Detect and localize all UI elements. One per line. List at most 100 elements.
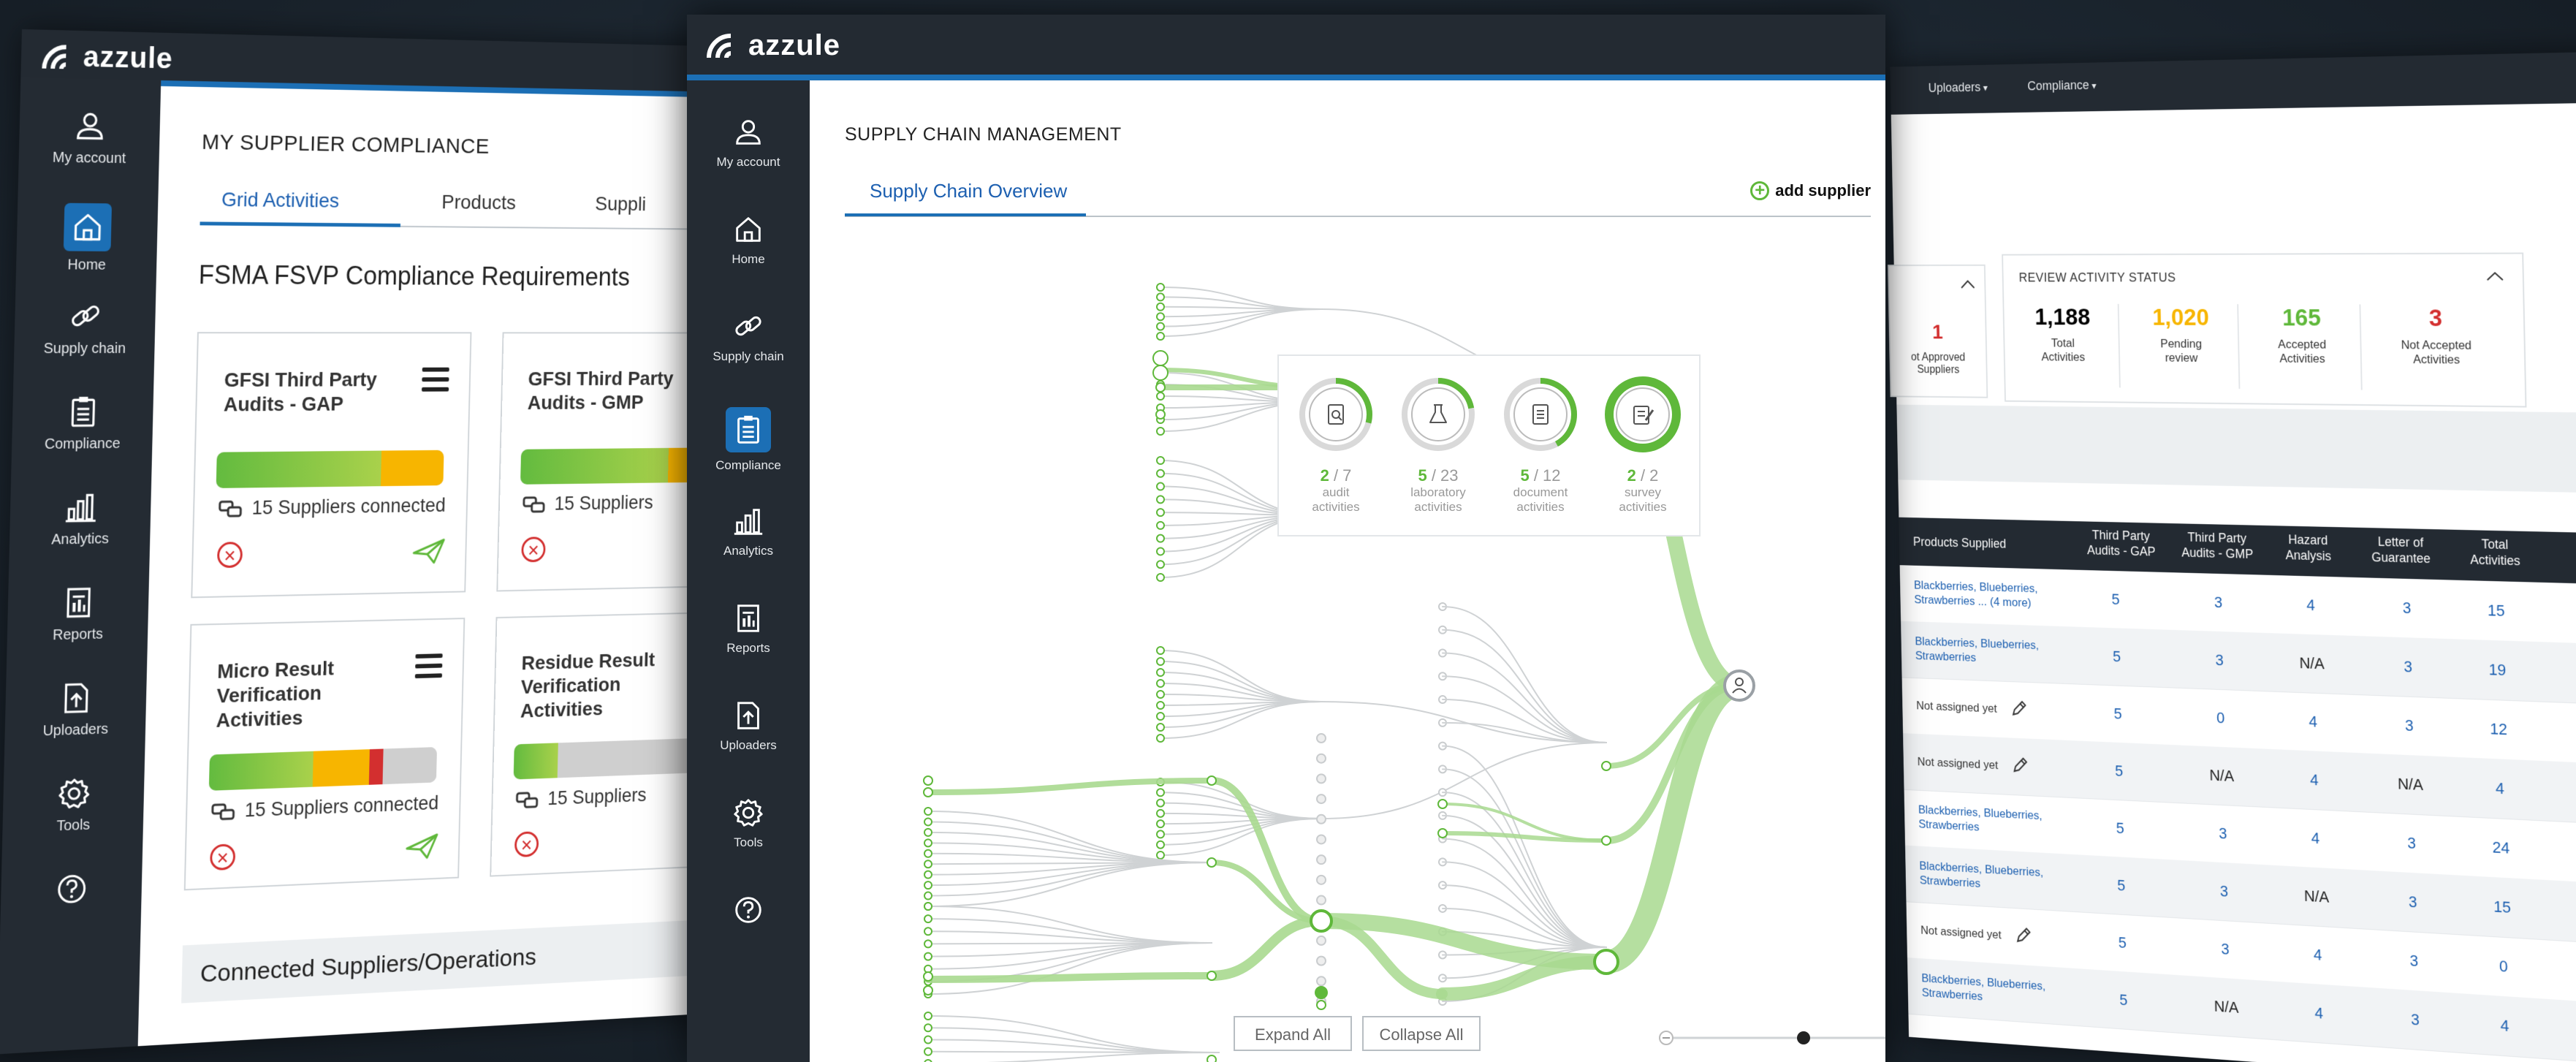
col-gap[interactable]: Third Party Audits - GAP <box>2078 527 2165 560</box>
sidebar-item-analytics[interactable]: Analytics <box>10 488 151 549</box>
cell-total[interactable]: 15 <box>2463 895 2542 919</box>
sidebar-item-reports[interactable]: Reports <box>687 602 810 656</box>
cell-gmp[interactable]: 3 <box>2187 880 2261 903</box>
send-icon[interactable] <box>406 832 438 862</box>
cell-gap[interactable]: 5 <box>2083 760 2155 781</box>
sidebar-item-uploaders[interactable]: Uploaders <box>687 699 810 753</box>
cell-total[interactable]: 19 <box>2458 659 2537 680</box>
product-cell[interactable]: Blackberries, Blueberries, Strawberries <box>1918 803 2066 839</box>
cell-hazard[interactable]: 4 <box>2276 711 2351 732</box>
activity-document[interactable]: 5 / 12 document activities <box>1497 371 1584 515</box>
cell-hazard[interactable]: 4 <box>2280 944 2355 967</box>
sidebar-item-tools[interactable]: Tools <box>687 796 810 850</box>
activity-audit[interactable]: 2 / 7 audit activities <box>1292 371 1380 515</box>
send-icon[interactable] <box>412 537 445 566</box>
product-cell[interactable]: Blackberries, Blueberries, Strawberries <box>1921 971 2070 1009</box>
collapse-all-button[interactable]: Collapse All <box>1362 1016 1481 1051</box>
cell-gap[interactable]: 5 <box>2085 875 2157 897</box>
col-total[interactable]: Total Activities <box>2456 536 2534 569</box>
sidebar-item-compliance[interactable]: Compliance <box>12 393 153 453</box>
sidebar-item-my-account[interactable]: My account <box>18 107 160 168</box>
tree-node-highlighted <box>1152 350 1169 366</box>
cell-letter[interactable]: 3 <box>2370 656 2447 678</box>
sidebar-item-supply-chain[interactable]: Supply chain <box>687 310 810 364</box>
cell-letter[interactable]: 3 <box>2377 1008 2454 1032</box>
col-letter[interactable]: Letter of Guarantee <box>2359 534 2442 567</box>
cell-gap[interactable]: 5 <box>2082 703 2154 724</box>
tab-grid-activities[interactable]: Grid Activities <box>221 188 340 212</box>
sidebar-item-help[interactable] <box>1 868 143 910</box>
menu-compliance[interactable]: Compliance <box>2027 77 2097 94</box>
chevron-up-icon[interactable] <box>2485 271 2504 281</box>
cell-total[interactable]: 12 <box>2460 718 2538 740</box>
activity-laboratory[interactable]: 5 / 23 laboratory activities <box>1394 371 1482 515</box>
expand-all-button[interactable]: Expand All <box>1234 1016 1352 1051</box>
cell-total[interactable]: 4 <box>2466 1014 2544 1038</box>
edit-pencil-icon[interactable] <box>2012 756 2029 775</box>
cell-letter[interactable]: 3 <box>2371 715 2447 737</box>
tree-node <box>1316 976 1326 987</box>
menu-icon[interactable] <box>414 653 443 684</box>
tree-node <box>1156 734 1165 743</box>
tree-node <box>1156 840 1165 849</box>
activity-survey[interactable]: 2 / 2 survey activities <box>1599 371 1687 515</box>
sidebar-item-reports[interactable]: Reports <box>7 583 149 645</box>
menu-uploaders[interactable]: Uploaders <box>1929 80 1988 95</box>
sidebar-item-home[interactable]: Home <box>16 202 158 274</box>
cell-gmp[interactable]: 3 <box>2186 823 2260 845</box>
tree-node <box>1156 712 1165 721</box>
activity-label: document activities <box>1513 485 1568 514</box>
cell-hazard[interactable]: 4 <box>2278 827 2353 850</box>
remove-icon[interactable]: ✕ <box>521 536 546 563</box>
supply-chain-tree[interactable] <box>810 80 1885 1062</box>
cell-gap[interactable]: 5 <box>2084 817 2157 839</box>
compliance-card-gap[interactable]: GFSI Third Party Audits - GAP 15 Supplie… <box>191 332 472 599</box>
cell-hazard[interactable]: 4 <box>2273 595 2349 615</box>
sidebar-item-compliance[interactable]: Compliance <box>687 407 810 473</box>
chevron-up-icon[interactable] <box>1960 280 1975 289</box>
cell-gap[interactable]: 5 <box>2086 932 2159 955</box>
remove-icon[interactable]: ✕ <box>210 843 236 871</box>
edit-pencil-icon[interactable] <box>2010 699 2027 718</box>
cell-gmp[interactable]: 3 <box>2183 650 2257 671</box>
cell-hazard[interactable]: 4 <box>2276 769 2352 791</box>
zoom-slider[interactable] <box>1657 1027 1885 1049</box>
cell-gmp[interactable]: 3 <box>2188 938 2262 960</box>
tab-products[interactable]: Products <box>441 191 516 214</box>
tree-link <box>1321 742 1607 819</box>
remove-icon[interactable]: ✕ <box>514 831 539 858</box>
cell-hazard[interactable]: 4 <box>2281 1001 2357 1025</box>
cell-total[interactable]: 24 <box>2462 837 2540 860</box>
cell-gmp[interactable]: 0 <box>2184 708 2257 729</box>
sidebar-item-help[interactable] <box>687 893 810 927</box>
product-cell[interactable]: Blackberries, Blueberries, Strawberries … <box>1914 578 2062 612</box>
sidebar-item-supply-chain[interactable]: Supply chain <box>14 298 156 357</box>
sidebar-item-home[interactable]: Home <box>687 213 810 267</box>
cell-total[interactable]: 0 <box>2465 955 2543 978</box>
col-gmp[interactable]: Third Party Audits - GMP <box>2173 529 2261 562</box>
cell-gmp[interactable]: 3 <box>2181 592 2255 612</box>
cell-total[interactable]: 4 <box>2461 778 2539 800</box>
remove-icon[interactable]: ✕ <box>216 542 243 569</box>
product-cell[interactable]: Blackberries, Blueberries, Strawberries <box>1919 858 2067 895</box>
cell-gap[interactable]: 5 <box>2081 646 2153 667</box>
cell-total[interactable]: 15 <box>2458 600 2536 621</box>
product-cell[interactable]: Blackberries, Blueberries, Strawberries <box>1915 634 2062 668</box>
menu-icon[interactable] <box>422 367 449 398</box>
cell-letter[interactable]: 3 <box>2376 949 2452 973</box>
sidebar-item-tools[interactable]: Tools <box>2 773 144 837</box>
cell-letter[interactable]: 3 <box>2368 598 2445 619</box>
sidebar-item-analytics[interactable]: Analytics <box>687 504 810 558</box>
cell-gap[interactable]: 5 <box>2087 989 2159 1012</box>
edit-pencil-icon[interactable] <box>2015 926 2032 945</box>
col-hazard[interactable]: Hazard Analysis <box>2271 531 2346 564</box>
cell-gap[interactable]: 5 <box>2079 589 2151 610</box>
sidebar-item-uploaders[interactable]: Uploaders <box>4 678 146 741</box>
cell-letter[interactable]: 3 <box>2374 832 2450 854</box>
sidebar-item-my-account[interactable]: My account <box>687 115 810 170</box>
compliance-card-micro[interactable]: Micro Result Verification Activities 15 … <box>183 618 466 891</box>
tab-suppliers[interactable]: Suppli <box>595 193 647 216</box>
bar-chart-icon <box>734 509 763 535</box>
col-products[interactable]: Products Supplied <box>1913 534 2007 552</box>
cell-letter[interactable]: 3 <box>2374 891 2451 914</box>
